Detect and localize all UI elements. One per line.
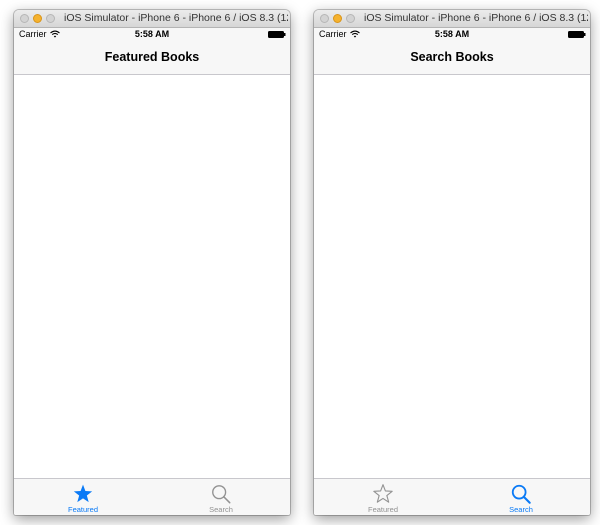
window-title: iOS Simulator - iPhone 6 - iPhone 6 / iO… — [364, 12, 588, 24]
simulator-window-search: iOS Simulator - iPhone 6 - iPhone 6 / iO… — [314, 10, 590, 515]
nav-title: Featured Books — [104, 50, 200, 64]
tab-search[interactable]: Search — [452, 479, 590, 515]
nav-title: Search Books — [410, 50, 494, 64]
simulator-window-featured: iOS Simulator - iPhone 6 - iPhone 6 / iO… — [14, 10, 290, 515]
tab-featured[interactable]: Featured — [314, 479, 452, 515]
window-titlebar[interactable]: iOS Simulator - iPhone 6 - iPhone 6 / iO… — [14, 10, 290, 28]
magnifier-icon — [511, 484, 531, 504]
battery-icon — [268, 31, 286, 38]
zoom-window-button[interactable] — [46, 14, 55, 23]
zoom-window-button[interactable] — [346, 14, 355, 23]
minimize-window-button[interactable] — [333, 14, 342, 23]
content-area — [14, 75, 290, 480]
magnifier-icon — [212, 485, 231, 504]
tab-search[interactable]: Search — [152, 479, 290, 515]
tab-label-search: Search — [209, 505, 233, 514]
close-window-button[interactable] — [320, 14, 329, 23]
status-time: 5:58 AM — [434, 29, 470, 39]
tab-label-featured: Featured — [67, 505, 99, 514]
close-window-button[interactable] — [20, 14, 29, 23]
tab-label-search: Search — [509, 505, 533, 514]
window-title: iOS Simulator - iPhone 6 - iPhone 6 / iO… — [64, 12, 288, 24]
star-icon — [73, 484, 93, 503]
battery-icon — [568, 31, 586, 38]
minimize-window-button[interactable] — [33, 14, 42, 23]
star-outline-icon — [373, 484, 393, 503]
ios-status-bar: Carrier 5:58 AM — [14, 28, 290, 40]
ios-status-bar: Carrier 5:58 AM — [314, 28, 590, 40]
status-time: 5:58 AM — [134, 29, 170, 39]
window-titlebar[interactable]: iOS Simulator - iPhone 6 - iPhone 6 / iO… — [314, 10, 590, 28]
content-area — [314, 75, 590, 480]
tab-bar: Featured Search — [14, 478, 290, 515]
tab-bar: Featured Search — [314, 478, 590, 515]
navigation-bar: Featured Books — [14, 40, 290, 75]
tab-label-featured: Featured — [367, 505, 399, 514]
tab-featured[interactable]: Featured — [14, 479, 152, 515]
navigation-bar: Search Books — [314, 40, 590, 75]
